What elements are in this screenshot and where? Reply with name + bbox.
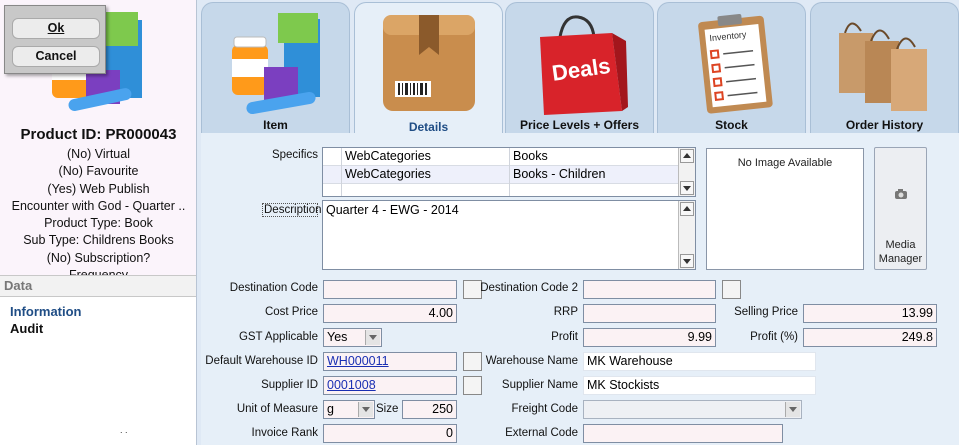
unit-of-measure-select[interactable]: g [323,400,375,419]
favourite-flag: (No) Favourite [58,164,139,179]
scroll-up-icon[interactable] [680,202,694,216]
products-icon [232,13,320,115]
external-code-label: External Code [505,427,578,439]
profit-percent-label: Profit (%) [750,331,798,343]
shopping-bags-icon [839,22,927,111]
invoice-rank-field[interactable]: 0 [323,424,457,443]
supplier-name-field: MK Stockists [583,376,816,395]
specifics-key: WebCategories [345,167,431,181]
web-publish-flag: (Yes) Web Publish [47,181,150,196]
data-nav-list: Information Audit [0,297,196,445]
size-label: Size [376,403,399,415]
description-label: Description [262,203,322,217]
data-item-audit[interactable]: Audit [0,320,196,337]
specifics-row[interactable]: WebCategories Books - Children [323,166,679,184]
default-warehouse-id-label: Default Warehouse ID [205,355,318,367]
specifics-row[interactable]: WebCategories Books [323,148,679,166]
specifics-value: Books - Children [513,167,606,181]
ok-button[interactable]: Ok [12,18,100,39]
subscription-flag: (No) Subscription? [46,250,151,265]
supplier-name-label: Supplier Name [501,379,578,391]
supplier-id-label: Supplier ID [261,379,318,391]
tab-price-levels-label: Price Levels + Offers [519,118,640,132]
data-section-header: Data [0,275,196,297]
no-image-text: No Image Available [737,157,833,169]
camera-icon [895,189,907,199]
scroll-down-icon[interactable] [680,181,694,195]
warehouse-name-label: Warehouse Name [485,355,578,367]
virtual-flag: (No) Virtual [67,147,130,161]
footer-marks: . . [120,425,128,435]
chevron-down-icon[interactable] [358,402,373,417]
inventory-clipboard-icon: Inventory [698,13,773,114]
chevron-down-icon[interactable] [365,330,380,345]
unit-of-measure-value: g [327,402,334,416]
product-name: Encounter with God - Quarter .. [11,198,186,213]
scroll-down-icon[interactable] [680,254,694,268]
product-summary: (No) Virtual (No) Favourite (Yes) Web Pu… [0,146,196,284]
rrp-label: RRP [553,306,578,318]
freight-code-label: Freight Code [511,403,578,415]
destination-code2-lookup-icon[interactable] [722,280,741,299]
tab-order-history[interactable]: Order History [810,2,959,133]
cost-price-field[interactable]: 4.00 [323,304,457,323]
profit-label: Profit [551,331,578,343]
description-textarea[interactable]: Quarter 4 - EWG - 2014 [322,200,696,270]
product-id-title: Product ID: PR000043 [20,126,177,143]
size-field[interactable]: 250 [402,400,457,419]
rrp-field[interactable] [583,304,716,323]
deals-bag-icon: Deals [540,15,628,115]
profit-field[interactable]: 9.99 [583,328,716,347]
gst-applicable-select[interactable]: Yes [323,328,382,347]
invoice-rank-label: Invoice Rank [251,427,318,439]
data-item-information[interactable]: Information [0,303,196,320]
specifics-scrollbar[interactable] [678,148,695,196]
destination-code2-field[interactable] [583,280,716,299]
tab-price-levels[interactable]: Deals Price Levels + Offers [505,2,654,133]
sub-type: Sub Type: Childrens Books [23,233,174,248]
external-code-field[interactable] [583,424,783,443]
specifics-grid[interactable]: WebCategories Books WebCategories Books … [322,147,696,197]
description-scrollbar[interactable] [678,201,695,269]
selling-price-field[interactable]: 13.99 [803,304,937,323]
chevron-down-icon[interactable] [785,402,800,417]
specifics-label: Specifics [271,149,318,161]
product-image-box: No Image Available [706,148,864,270]
tab-item[interactable]: Item [201,2,350,133]
destination-code2-label: Destination Code 2 [480,282,578,294]
destination-code-field[interactable] [323,280,457,299]
gst-applicable-label: GST Applicable [238,331,318,343]
product-type: Product Type: Book [44,216,153,231]
specifics-key: WebCategories [345,149,431,163]
tab-details[interactable]: Details [354,2,503,135]
box-icon [383,15,475,111]
freight-code-select[interactable] [583,400,802,419]
unit-of-measure-label: Unit of Measure [236,403,318,415]
tab-item-label: Item [263,118,288,132]
default-warehouse-id-field[interactable]: WH000011 [323,352,457,371]
tab-stock-label: Stock [715,118,748,132]
specifics-value: Books [513,149,548,163]
confirm-dialog: Ok Cancel [4,5,106,74]
profit-percent-field[interactable]: 249.8 [803,328,937,347]
tab-details-label: Details [408,120,449,134]
media-manager-button[interactable]: Media Manager [874,147,927,270]
warehouse-name-field: MK Warehouse [583,352,816,371]
destination-code-label: Destination Code [229,282,318,294]
tab-order-history-label: Order History [845,118,924,132]
supplier-id-field[interactable]: 0001008 [323,376,457,395]
cancel-button[interactable]: Cancel [12,46,100,67]
tab-stock[interactable]: Inventory Stock [657,2,806,133]
cost-price-label: Cost Price [264,306,318,318]
selling-price-label: Selling Price [734,306,798,318]
gst-applicable-value: Yes [327,330,348,344]
media-manager-label: Media Manager [878,239,923,265]
scroll-up-icon[interactable] [680,149,694,163]
description-text: Quarter 4 - EWG - 2014 [326,203,459,217]
